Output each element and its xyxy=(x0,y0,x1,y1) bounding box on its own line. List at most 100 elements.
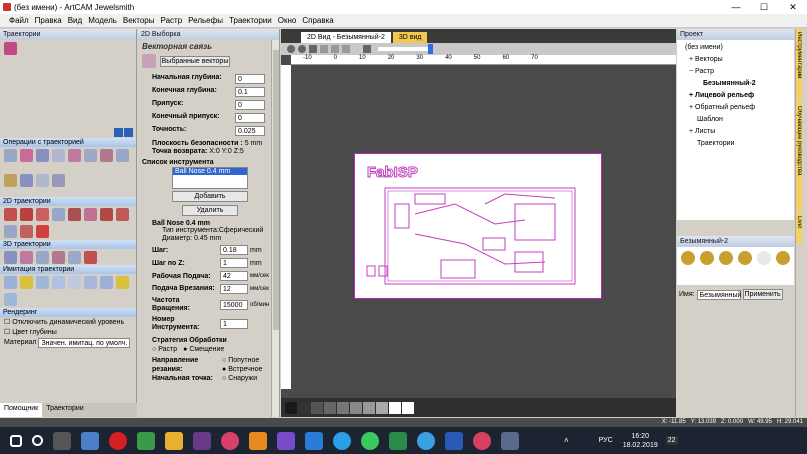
strategy-offset-radio[interactable]: ● Смещение xyxy=(183,345,224,354)
minimize-icon[interactable]: — xyxy=(722,0,750,14)
menu-raster[interactable]: Растр xyxy=(158,16,186,25)
app-circle-icon[interactable] xyxy=(221,431,239,450)
tree-sheets[interactable]: + Листы xyxy=(681,126,790,138)
op-icon[interactable] xyxy=(36,173,49,187)
tray-notify-icon[interactable]: ˄ xyxy=(564,436,569,445)
side-tab-tutorials[interactable]: Обучающее руководства xyxy=(796,103,802,211)
conventional-radio[interactable]: ● Встречное xyxy=(222,365,262,374)
palette-swatch[interactable] xyxy=(389,401,401,414)
palette-swatch[interactable] xyxy=(337,401,349,414)
panel-scrollbar[interactable] xyxy=(271,40,279,417)
visual-studio-icon[interactable] xyxy=(277,431,295,450)
toolpath-2d-icon[interactable] xyxy=(100,208,113,221)
op-icon[interactable] xyxy=(52,149,65,162)
op-icon[interactable] xyxy=(20,149,33,162)
option-dynamic-level[interactable]: ☐ Отключить динамический уровень xyxy=(4,318,132,328)
apply-button[interactable]: Применить xyxy=(742,289,783,300)
tree-toolpaths[interactable]: Траектории xyxy=(681,138,790,150)
op-icon[interactable] xyxy=(20,173,33,187)
add-tool-button[interactable]: Добавить xyxy=(172,191,248,202)
toolpath-3d-icon[interactable] xyxy=(36,251,49,264)
toolpath-2d-icon[interactable] xyxy=(52,208,65,221)
toolpath-2d-icon[interactable] xyxy=(36,224,49,238)
menu-reliefs[interactable]: Рельефы xyxy=(185,16,226,25)
slack-icon[interactable] xyxy=(193,431,211,450)
palette-swatch[interactable] xyxy=(298,401,310,414)
section-rendering[interactable]: Рендеринг xyxy=(0,308,136,317)
layer-figure-icon[interactable] xyxy=(738,251,752,265)
zoom-box-icon[interactable] xyxy=(320,45,328,53)
grid-icon[interactable] xyxy=(342,45,350,53)
simulation-icon[interactable] xyxy=(4,292,17,306)
side-tab-live[interactable]: Live! xyxy=(796,213,802,243)
toolpath-2d-icon[interactable] xyxy=(36,208,49,221)
task-view-icon[interactable] xyxy=(53,431,71,450)
final-allowance-input[interactable]: 0 xyxy=(235,113,265,123)
pan-icon[interactable] xyxy=(331,45,339,53)
artcam-icon[interactable] xyxy=(501,431,519,450)
layer-figure-icon[interactable] xyxy=(719,251,733,265)
palette-swatch[interactable] xyxy=(324,401,336,414)
simulation-icon[interactable] xyxy=(100,276,113,289)
stepover-input[interactable]: 0.18 xyxy=(220,245,248,255)
home-point-value[interactable]: X:0 Y:0 Z:5 xyxy=(209,148,244,155)
arrow-down-icon[interactable] xyxy=(124,128,133,137)
palette-swatch[interactable] xyxy=(402,401,414,414)
excel-icon[interactable] xyxy=(389,431,407,450)
toolpath-2d-icon[interactable] xyxy=(116,208,129,221)
zoom-fit-icon[interactable] xyxy=(309,45,317,53)
maximize-icon[interactable]: ☐ xyxy=(750,0,778,14)
toolpath-2d-icon[interactable] xyxy=(68,208,81,221)
tree-template[interactable]: Шаблон xyxy=(681,114,790,126)
section-toolpath-ops[interactable]: Операции с траекторией xyxy=(0,138,136,147)
material-select[interactable]: Значен. имитац. по умолч. xyxy=(38,338,131,348)
simulation-icon[interactable] xyxy=(68,276,81,289)
delete-tool-button[interactable]: Удалить xyxy=(182,205,238,216)
word-icon[interactable] xyxy=(445,431,463,450)
tree-root[interactable]: (без имени) xyxy=(681,42,790,54)
palette-swatch[interactable] xyxy=(311,401,323,414)
start-depth-input[interactable]: 0 xyxy=(235,74,265,84)
simulation-icon[interactable] xyxy=(116,276,129,289)
op-icon[interactable] xyxy=(52,173,65,187)
toolpath-2d-icon[interactable] xyxy=(20,224,33,238)
zoom-in-icon[interactable] xyxy=(287,45,295,53)
op-icon[interactable] xyxy=(68,149,81,162)
section-3d-toolpaths[interactable]: 3D траектории xyxy=(0,240,136,249)
op-icon[interactable] xyxy=(36,149,49,162)
toolpath-2d-icon[interactable] xyxy=(4,224,17,238)
windows-start-icon[interactable] xyxy=(10,434,22,447)
strategy-raster-radio[interactable]: ○ Растр xyxy=(152,345,177,354)
layer-figure-icon[interactable] xyxy=(757,251,771,265)
toolpath-3d-icon[interactable] xyxy=(4,251,17,264)
menu-model[interactable]: Модель xyxy=(85,16,120,25)
tree-vectors[interactable]: + Векторы xyxy=(681,54,790,66)
clock-date[interactable]: 18.02.2019 xyxy=(623,441,658,450)
tree-layer-unnamed[interactable]: Безымянный-2 xyxy=(681,78,790,90)
tab-toolpaths[interactable]: Траектории xyxy=(42,403,87,417)
maps-icon[interactable] xyxy=(137,431,155,450)
menu-file[interactable]: Файл xyxy=(6,16,32,25)
layer-icon[interactable] xyxy=(363,45,371,53)
whatsapp-icon[interactable] xyxy=(361,431,379,450)
layer-name-input[interactable]: Безымянный xyxy=(696,289,741,300)
zoom-out-icon[interactable] xyxy=(298,45,306,53)
tool-list[interactable]: Ball Nose 0.4 mm xyxy=(172,167,248,189)
layer-figure-icon[interactable] xyxy=(700,251,714,265)
language-indicator[interactable]: РУС xyxy=(599,437,613,444)
opera-icon[interactable] xyxy=(109,431,127,450)
allowance-input[interactable]: 0 xyxy=(235,100,265,110)
toolpath-3d-icon[interactable] xyxy=(52,251,65,264)
simulation-icon[interactable] xyxy=(84,276,97,289)
menu-window[interactable]: Окно xyxy=(275,16,300,25)
layer-figure-icon[interactable] xyxy=(776,251,790,265)
tree-back-relief[interactable]: + Обратный рельеф xyxy=(681,102,790,114)
end-depth-input[interactable]: 0.1 xyxy=(235,87,265,97)
tab-assistant[interactable]: Помощник xyxy=(0,403,43,417)
simulation-icon[interactable] xyxy=(52,276,65,289)
sublime-icon[interactable] xyxy=(249,431,267,450)
palette-swatch[interactable] xyxy=(350,401,362,414)
menu-vectors[interactable]: Векторы xyxy=(120,16,158,25)
plunge-rate-input[interactable]: 12 xyxy=(220,284,248,294)
tool-number-input[interactable]: 1 xyxy=(220,319,248,329)
